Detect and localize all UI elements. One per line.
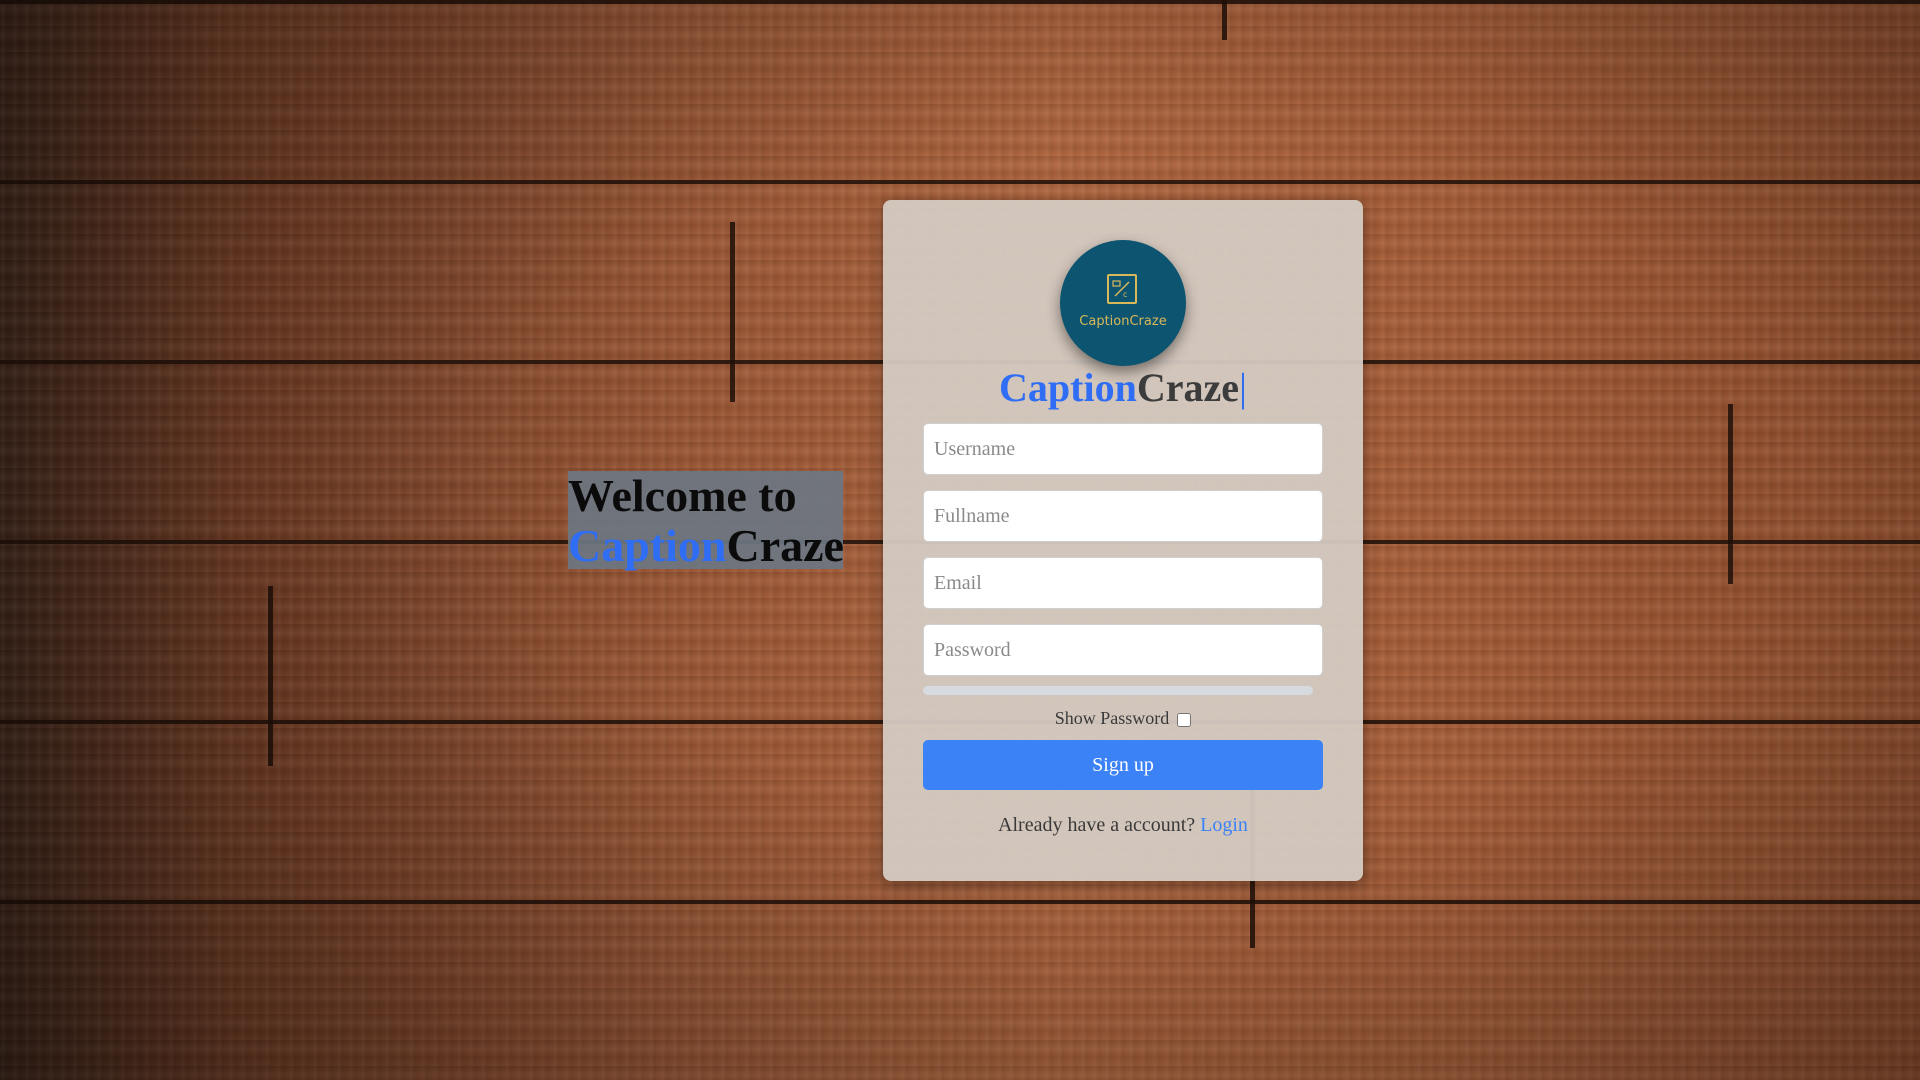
show-password-checkbox[interactable] [1177, 712, 1192, 727]
welcome-brand-caption: Caption [568, 520, 727, 571]
password-strength-bar [923, 686, 1313, 695]
welcome-heading: Welcome to CaptionCraze [568, 470, 844, 571]
welcome-brand: CaptionCraze [568, 520, 844, 571]
login-prompt-text: Already have a account? [998, 814, 1196, 836]
welcome-brand-craze: Craze [726, 520, 844, 571]
signup-button[interactable]: Sign up [923, 740, 1323, 790]
password-input[interactable] [923, 624, 1323, 676]
plank-seam [1222, 0, 1227, 40]
signup-card: c CaptionCraze CaptionCraze| Show Passwo… [883, 200, 1363, 881]
email-input[interactable] [923, 557, 1323, 609]
plank-seam [730, 222, 735, 402]
login-link[interactable]: Login [1200, 814, 1248, 836]
svg-text:c: c [1123, 290, 1127, 299]
username-input[interactable] [923, 423, 1323, 475]
show-password-row: Show Password [883, 708, 1363, 729]
logo-text: CaptionCraze [1079, 314, 1167, 329]
brand-craze: Craze [1136, 365, 1239, 410]
plank-seam [1728, 404, 1733, 584]
brand-title: CaptionCraze| [883, 362, 1363, 414]
typing-cursor: | [1238, 365, 1247, 410]
welcome-line: Welcome to [568, 470, 797, 521]
logo-mark-icon: c [1107, 274, 1137, 304]
brand-caption: Caption [999, 365, 1137, 410]
show-password-label: Show Password [1054, 708, 1170, 728]
login-prompt-row: Already have a account? Login [883, 814, 1363, 837]
fullname-input[interactable] [923, 490, 1323, 542]
plank-seam [268, 586, 273, 766]
caption-craze-logo: c CaptionCraze [1060, 240, 1186, 366]
